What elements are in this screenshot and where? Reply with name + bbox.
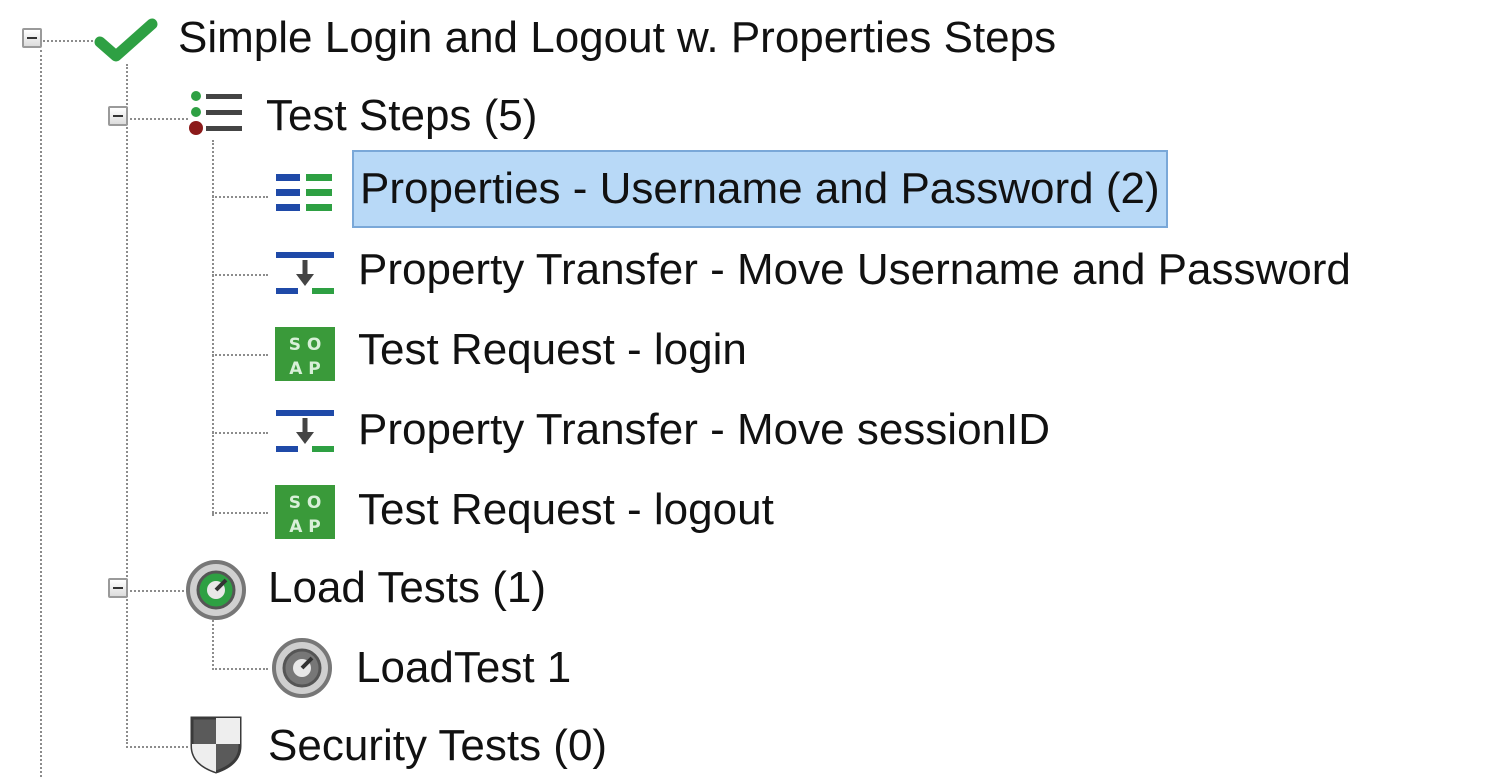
tree-line-root-teststeps — [126, 118, 188, 120]
svg-text:A P: A P — [289, 359, 321, 379]
collapse-toggle-root[interactable] — [22, 28, 42, 48]
loadtest-1-label[interactable]: LoadTest 1 — [350, 642, 577, 694]
collapse-toggle-load-tests[interactable] — [108, 578, 128, 598]
svg-text:S O: S O — [289, 493, 322, 513]
tree-line-step-2 — [212, 274, 268, 276]
step-test-request-login-label[interactable]: Test Request - login — [352, 324, 753, 376]
security-tests-label[interactable]: Security Tests (0) — [262, 720, 613, 772]
test-case-root-label[interactable]: Simple Login and Logout w. Properties St… — [172, 12, 1062, 64]
tree-line-root-loadtests — [126, 590, 188, 592]
security-shield-icon — [190, 716, 242, 774]
test-steps-label[interactable]: Test Steps (5) — [260, 90, 543, 142]
properties-icon — [276, 174, 332, 211]
step-property-transfer-sessionid-label[interactable]: Property Transfer - Move sessionID — [352, 404, 1056, 456]
svg-text:S O: S O — [289, 335, 322, 355]
property-transfer-icon — [276, 410, 334, 452]
tree-line-outer — [40, 50, 42, 777]
test-case-tree: Simple Login and Logout w. Properties St… — [0, 0, 1511, 777]
tree-line-step-3 — [212, 354, 268, 356]
green-checkmark-icon — [94, 18, 158, 62]
tree-line-root-security — [126, 746, 188, 748]
soap-request-icon: S O A P — [275, 327, 335, 381]
collapse-toggle-test-steps[interactable] — [108, 106, 128, 126]
tree-line-step-5 — [212, 512, 268, 514]
step-property-transfer-credentials-label[interactable]: Property Transfer - Move Username and Pa… — [352, 244, 1357, 296]
load-tests-icon — [186, 560, 246, 620]
tree-line-step-1 — [212, 196, 268, 198]
soap-request-icon: S O A P — [275, 485, 335, 539]
tree-line-loadtest-1 — [212, 668, 268, 670]
load-test-gauge-icon — [272, 638, 332, 698]
step-test-request-logout-label[interactable]: Test Request - logout — [352, 484, 780, 536]
tree-line-top — [40, 40, 100, 42]
tree-line-root — [126, 64, 128, 744]
property-transfer-icon — [276, 252, 334, 294]
step-properties-label[interactable]: Properties - Username and Password (2) — [352, 150, 1168, 228]
tree-line-step-4 — [212, 432, 268, 434]
svg-text:A P: A P — [289, 517, 321, 537]
test-steps-list-icon — [189, 91, 242, 135]
load-tests-label[interactable]: Load Tests (1) — [262, 562, 552, 614]
